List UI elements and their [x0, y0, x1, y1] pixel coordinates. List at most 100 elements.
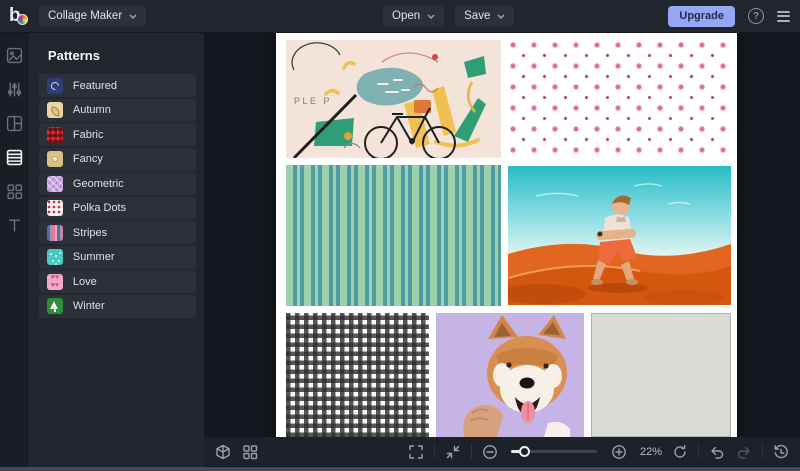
pattern-lines-icon — [6, 149, 23, 166]
open-label: Open — [392, 10, 420, 22]
minus-circle-icon — [482, 444, 498, 460]
upgrade-button[interactable]: Upgrade — [668, 6, 735, 27]
question-mark-icon: ? — [753, 11, 759, 22]
grid-view-button[interactable] — [241, 443, 259, 461]
rail-item-layouts[interactable] — [6, 115, 23, 132]
pattern-label: Fabric — [73, 129, 104, 141]
image-icon — [6, 47, 23, 64]
rail-item-elements[interactable] — [6, 183, 23, 200]
undo-icon — [709, 444, 725, 460]
befunky-logo[interactable]: b — [9, 5, 31, 27]
man-on-dune-illustration — [508, 166, 731, 305]
header-right-actions: Upgrade ? — [668, 6, 800, 27]
hamburger-menu-button[interactable] — [777, 11, 790, 22]
fabric-plaid-icon — [47, 127, 63, 143]
cube-icon — [215, 444, 231, 460]
polka-dots-icon — [47, 200, 63, 216]
history-button[interactable] — [772, 443, 790, 461]
summer-doodle-icon — [47, 249, 63, 265]
shiba-dog-illustration — [436, 313, 584, 437]
pattern-item-fancy[interactable]: Fancy — [39, 148, 197, 171]
toolbar-divider — [762, 444, 763, 459]
history-clock-icon — [773, 444, 789, 460]
winter-tree-icon — [47, 298, 63, 314]
pattern-label: Featured — [73, 80, 117, 92]
redo-button[interactable] — [735, 443, 753, 461]
fit-to-screen-button[interactable] — [444, 443, 462, 461]
bottom-toolbar: 22% — [204, 437, 800, 466]
mural-text: PLE P — [294, 96, 332, 106]
mural-bicycle-illustration: PLE P — [286, 40, 501, 158]
fancy-ornament-icon — [47, 151, 63, 167]
undo-button[interactable] — [708, 443, 726, 461]
collage-cell-man-on-dune-photo[interactable] — [508, 166, 731, 305]
redo-icon — [736, 444, 752, 460]
open-button[interactable]: Open — [383, 5, 444, 27]
expand-icon — [408, 444, 424, 460]
app-window: b Collage Maker Open Save Upgrade ? — [0, 0, 800, 471]
pattern-label: Winter — [73, 300, 105, 312]
reset-button[interactable] — [671, 443, 689, 461]
save-button[interactable]: Save — [455, 5, 514, 27]
collage-cell-teal-stripes-pattern[interactable] — [286, 165, 501, 306]
chevron-down-icon — [497, 14, 505, 19]
pattern-item-polka-dots[interactable]: Polka Dots — [39, 197, 197, 220]
collage-cell-pink-stars-pattern[interactable] — [508, 40, 731, 158]
app-menu-label: Collage Maker — [48, 10, 122, 22]
help-button[interactable]: ? — [748, 8, 764, 24]
collapse-icon — [445, 444, 461, 460]
workspace: PLE P — [204, 33, 800, 467]
collage-cell-empty-gray[interactable] — [591, 313, 731, 437]
pattern-item-autumn[interactable]: Autumn — [39, 99, 197, 122]
patterns-list: Featured Autumn Fabric Fancy Geometric — [30, 74, 205, 318]
toolbar-divider — [698, 444, 699, 459]
panel-title: Patterns — [48, 48, 205, 63]
pattern-item-featured[interactable]: Featured — [39, 74, 197, 97]
pattern-item-geometric[interactable]: Geometric — [39, 172, 197, 195]
save-label: Save — [464, 10, 490, 22]
toolbar-divider — [471, 444, 472, 459]
layers-3d-button[interactable] — [214, 443, 232, 461]
app-menu-button[interactable]: Collage Maker — [39, 5, 146, 27]
pattern-item-summer[interactable]: Summer — [39, 246, 197, 269]
pattern-item-winter[interactable]: Winter — [39, 295, 197, 318]
stripes-icon — [47, 225, 63, 241]
collage-canvas[interactable]: PLE P — [276, 33, 737, 437]
chevron-down-icon — [427, 14, 435, 19]
layout-grid-icon — [6, 115, 23, 132]
canvas-stage: PLE P — [204, 33, 800, 437]
patterns-panel: Patterns Featured Autumn Fabric Fancy — [30, 33, 205, 467]
plus-circle-icon — [611, 444, 627, 460]
pattern-label: Fancy — [73, 153, 103, 165]
rail-item-adjust[interactable] — [6, 81, 23, 98]
collage-cell-shiba-dog-photo[interactable] — [436, 313, 584, 437]
grid-icon — [242, 444, 258, 460]
main-body: Patterns Featured Autumn Fabric Fancy — [0, 33, 800, 467]
pattern-label: Love — [73, 276, 97, 288]
pattern-item-stripes[interactable]: Stripes — [39, 221, 197, 244]
collage-cell-mural-photo[interactable]: PLE P — [286, 40, 501, 158]
rail-item-templates[interactable] — [6, 47, 23, 64]
file-actions: Open Save — [383, 5, 514, 27]
upgrade-label: Upgrade — [679, 10, 724, 22]
zoom-in-button[interactable] — [610, 443, 628, 461]
love-hearts-icon — [47, 274, 63, 290]
zoom-out-button[interactable] — [481, 443, 499, 461]
pattern-item-fabric[interactable]: Fabric — [39, 123, 197, 146]
tool-rail — [0, 33, 30, 467]
pattern-label: Stripes — [73, 227, 107, 239]
collage-cell-gingham-pattern[interactable] — [286, 313, 429, 437]
pattern-label: Summer — [73, 251, 115, 263]
sliders-icon — [6, 81, 23, 98]
refresh-icon — [672, 444, 688, 460]
pattern-item-love[interactable]: Love — [39, 270, 197, 293]
top-bar: b Collage Maker Open Save Upgrade ? — [0, 0, 800, 33]
rail-item-text[interactable] — [6, 217, 23, 234]
fullscreen-button[interactable] — [407, 443, 425, 461]
pattern-label: Geometric — [73, 178, 124, 190]
geometric-diamond-icon — [47, 176, 63, 192]
zoom-slider[interactable] — [511, 450, 597, 453]
zoom-slider-handle[interactable] — [519, 446, 530, 457]
rail-item-patterns[interactable] — [6, 149, 23, 166]
chevron-down-icon — [129, 14, 137, 19]
